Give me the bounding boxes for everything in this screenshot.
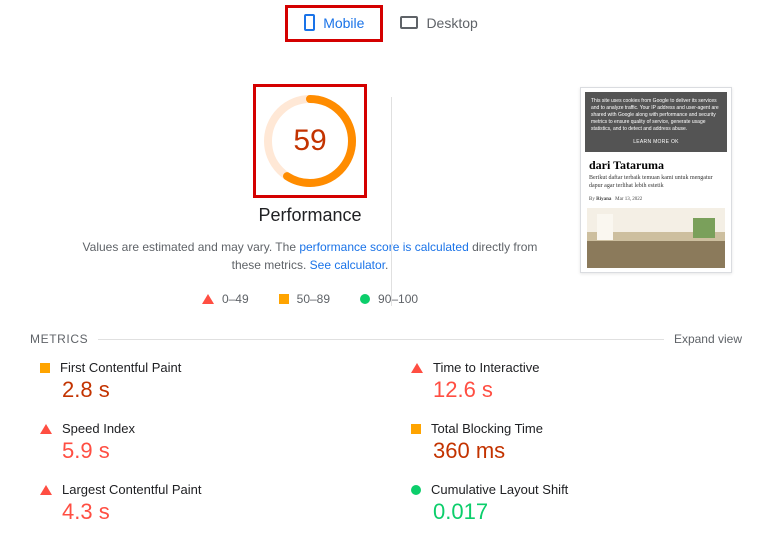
vertical-divider [391, 97, 392, 306]
square-icon [40, 363, 50, 373]
score-legend: 0–49 50–89 90–100 [202, 292, 418, 306]
phone-icon [304, 14, 315, 31]
subtitle-dot: . [385, 258, 388, 272]
metric-cls: Cumulative Layout Shift 0.017 [411, 482, 742, 525]
metric-si-value: 5.9 s [62, 438, 371, 464]
metric-cls-label: Cumulative Layout Shift [431, 482, 568, 497]
tab-mobile[interactable]: Mobile [286, 6, 382, 41]
metric-tbt-label: Total Blocking Time [431, 421, 543, 436]
thumb-date: Mar 13, 2022 [615, 197, 642, 202]
legend-average: 50–89 [279, 292, 330, 306]
thumb-image [587, 208, 725, 268]
triangle-icon [40, 485, 52, 495]
gauge-score: 59 [262, 93, 358, 189]
link-see-calculator[interactable]: See calculator [310, 258, 385, 272]
legend-poor-label: 0–49 [222, 292, 249, 306]
triangle-icon [40, 424, 52, 434]
metric-fcp-label: First Contentful Paint [60, 360, 181, 375]
gauge-subtitle: Values are estimated and may vary. The p… [40, 238, 580, 274]
triangle-icon [202, 294, 214, 304]
metric-fcp-value: 2.8 s [62, 377, 371, 403]
legend-poor: 0–49 [202, 292, 249, 306]
expand-view-link[interactable]: Expand view [674, 332, 742, 346]
thumb-notice-text: This site uses cookies from Google to de… [591, 98, 721, 133]
metric-tti: Time to Interactive 12.6 s [411, 360, 742, 403]
thumb-title: dari Tataruma [585, 152, 727, 175]
subtitle-pre: Values are estimated and may vary. The [83, 240, 300, 254]
screenshot-thumbnail: This site uses cookies from Google to de… [580, 87, 732, 306]
gauge-highlight: 59 [256, 87, 364, 195]
metrics-header-row: METRICS Expand view [20, 306, 762, 354]
metrics-divider [98, 339, 664, 340]
metrics-heading: METRICS [30, 332, 88, 346]
gauge-label: Performance [258, 205, 361, 226]
metric-fcp: First Contentful Paint 2.8 s [40, 360, 371, 403]
link-score-calculated[interactable]: performance score is calculated [299, 240, 468, 254]
desktop-icon [400, 16, 418, 29]
metric-lcp-label: Largest Contentful Paint [62, 482, 201, 497]
square-icon [411, 424, 421, 434]
circle-icon [360, 294, 370, 304]
metric-lcp: Largest Contentful Paint 4.3 s [40, 482, 371, 525]
square-icon [279, 294, 289, 304]
legend-average-label: 50–89 [297, 292, 330, 306]
tab-mobile-label: Mobile [323, 15, 364, 31]
thumb-byline: By Riyana Mar 13, 2022 [585, 195, 727, 208]
metric-si: Speed Index 5.9 s [40, 421, 371, 464]
device-tabs: Mobile Desktop [0, 0, 782, 41]
metric-lcp-value: 4.3 s [62, 499, 371, 525]
tab-desktop-label: Desktop [426, 15, 477, 31]
metric-tti-value: 12.6 s [433, 377, 742, 403]
report-card: 59 Performance Values are estimated and … [10, 59, 772, 535]
legend-good: 90–100 [360, 292, 418, 306]
circle-icon [411, 485, 421, 495]
metric-cls-value: 0.017 [433, 499, 742, 525]
metric-si-label: Speed Index [62, 421, 135, 436]
triangle-icon [411, 363, 423, 373]
thumb-cookie-notice: This site uses cookies from Google to de… [585, 92, 727, 152]
thumb-learn-ok: LEARN MORE OK [591, 139, 721, 146]
metric-tbt: Total Blocking Time 360 ms [411, 421, 742, 464]
gauge-column: 59 Performance Values are estimated and … [40, 87, 580, 306]
thumb-author: Riyana [596, 197, 611, 202]
metric-tti-label: Time to Interactive [433, 360, 539, 375]
performance-gauge: 59 [262, 93, 358, 189]
tab-desktop[interactable]: Desktop [382, 6, 495, 41]
legend-good-label: 90–100 [378, 292, 418, 306]
thumb-body: Berikut daftar terbaik temuan kami untuk… [585, 175, 727, 195]
metrics-grid: First Contentful Paint 2.8 s Speed Index… [20, 354, 762, 525]
metric-tbt-value: 360 ms [433, 438, 742, 464]
